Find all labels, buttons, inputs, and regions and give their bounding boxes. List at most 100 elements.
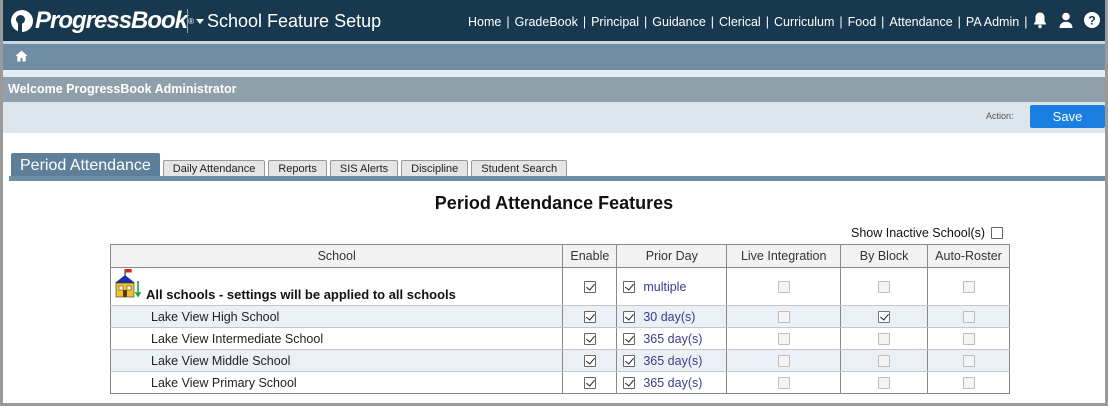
nav-separator: | bbox=[765, 15, 769, 29]
progressbook-logo[interactable]: ProgressBook ® bbox=[11, 6, 194, 36]
all-schools-label: All schools - settings will be applied t… bbox=[146, 287, 456, 302]
nav-food[interactable]: Food bbox=[848, 15, 877, 29]
auto-roster-cell bbox=[927, 349, 1010, 372]
nav-separator: | bbox=[957, 15, 961, 29]
by-block-cell bbox=[840, 371, 928, 394]
nav-separator: | bbox=[644, 15, 648, 29]
prior-day-checkbox[interactable] bbox=[623, 280, 636, 293]
school-name: Lake View Intermediate School bbox=[109, 327, 563, 350]
enable-cell bbox=[562, 327, 617, 350]
prior-day-checkbox[interactable] bbox=[623, 354, 636, 367]
col-header-live-integration: Live Integration bbox=[726, 244, 842, 268]
auto-roster-checkbox bbox=[962, 311, 975, 324]
show-inactive-toggle[interactable]: Show Inactive School(s) bbox=[851, 226, 1004, 240]
live-integration-cell bbox=[726, 371, 841, 394]
tab-reports[interactable]: Reports bbox=[268, 160, 327, 177]
nav-attendance[interactable]: Attendance bbox=[889, 15, 952, 29]
svg-text:?: ? bbox=[1088, 14, 1095, 28]
school-name: Lake View Middle School bbox=[109, 349, 563, 372]
prior-day-value[interactable]: multiple bbox=[643, 280, 686, 294]
prior-day-cell: multiple bbox=[616, 267, 727, 306]
nav-principal[interactable]: Principal bbox=[591, 15, 639, 29]
home-bar bbox=[3, 41, 1105, 70]
prior-day-checkbox[interactable] bbox=[623, 376, 636, 389]
nav-home[interactable]: Home bbox=[468, 15, 501, 29]
by-block-cell bbox=[840, 349, 928, 372]
school-building-icon bbox=[112, 269, 142, 304]
show-inactive-label: Show Inactive School(s) bbox=[851, 226, 986, 240]
col-header-enable: Enable bbox=[562, 244, 618, 268]
school-name: Lake View Primary School bbox=[109, 371, 563, 394]
enable-checkbox[interactable] bbox=[583, 311, 596, 324]
all-schools-row: All schools - settings will be applied t… bbox=[109, 267, 1010, 306]
nav-separator: | bbox=[506, 15, 510, 29]
show-inactive-checkbox[interactable] bbox=[991, 227, 1004, 239]
enable-cell bbox=[562, 267, 617, 306]
tab-student-search[interactable]: Student Search bbox=[471, 160, 568, 177]
features-table: School Enable Prior Day Live Integration… bbox=[109, 244, 1010, 394]
divider-strip bbox=[3, 70, 1105, 77]
auto-roster-checkbox bbox=[962, 333, 975, 346]
by-block-cell bbox=[840, 327, 928, 350]
enable-checkbox[interactable] bbox=[583, 355, 596, 368]
auto-roster-checkbox bbox=[962, 377, 975, 390]
main-nav: Home | GradeBook | Principal | Guidance | Cl… bbox=[468, 15, 1032, 29]
table-row: Lake View Primary School 365 day(s) bbox=[109, 371, 1010, 394]
tab-period-attendance[interactable]: Period Attendance bbox=[11, 153, 160, 177]
by-block-cell bbox=[840, 267, 928, 306]
by-block-checkbox bbox=[878, 355, 891, 368]
tab-underline bbox=[9, 176, 1105, 181]
by-block-checkbox bbox=[878, 333, 891, 346]
enable-checkbox[interactable] bbox=[583, 281, 596, 294]
by-block-cell bbox=[840, 305, 928, 328]
nav-separator: | bbox=[839, 15, 843, 29]
logo-text: ProgressBook bbox=[35, 7, 188, 34]
header-divider bbox=[187, 9, 188, 33]
nav-gradebook[interactable]: GradeBook bbox=[515, 15, 578, 29]
top-header: ProgressBook ® School Feature Setup Home… bbox=[3, 0, 1105, 41]
enable-checkbox[interactable] bbox=[583, 377, 596, 390]
welcome-banner: Welcome ProgressBook Administrator bbox=[3, 77, 1105, 102]
bell-icon[interactable] bbox=[1031, 11, 1049, 29]
nav-guidance[interactable]: Guidance bbox=[652, 15, 706, 29]
live-integration-checkbox bbox=[777, 333, 790, 346]
action-label: Action: bbox=[986, 111, 1014, 121]
nav-curriculum[interactable]: Curriculum bbox=[774, 15, 834, 29]
nav-pa-admin[interactable]: PA Admin bbox=[966, 15, 1019, 29]
live-integration-checkbox bbox=[777, 281, 790, 294]
nav-separator: | bbox=[582, 15, 587, 29]
enable-checkbox[interactable] bbox=[583, 333, 596, 346]
by-block-checkbox[interactable] bbox=[878, 311, 891, 324]
tab-daily-attendance[interactable]: Daily Attendance bbox=[162, 160, 266, 177]
caret-down-icon bbox=[196, 19, 204, 24]
prior-day-checkbox[interactable] bbox=[623, 332, 636, 345]
prior-day-cell: 365 day(s) bbox=[616, 371, 727, 394]
home-icon[interactable] bbox=[15, 50, 28, 65]
live-integration-checkbox bbox=[777, 311, 790, 324]
prior-day-value[interactable]: 365 day(s) bbox=[643, 332, 702, 346]
tab-discipline[interactable]: Discipline bbox=[401, 160, 469, 177]
app-frame: ProgressBook ® School Feature Setup Home… bbox=[0, 0, 1108, 406]
save-button[interactable]: Save bbox=[1030, 105, 1105, 128]
prior-day-checkbox[interactable] bbox=[623, 310, 636, 323]
table-row: Lake View Middle School 365 day(s) bbox=[109, 349, 1010, 372]
live-integration-checkbox bbox=[777, 355, 790, 368]
enable-cell bbox=[562, 349, 617, 372]
auto-roster-cell bbox=[927, 305, 1010, 328]
app-switcher[interactable]: School Feature Setup bbox=[196, 11, 381, 32]
auto-roster-checkbox bbox=[962, 281, 975, 294]
nav-separator: | bbox=[881, 15, 885, 29]
logo-registered-mark: ® bbox=[188, 16, 194, 26]
col-header-prior-day: Prior Day bbox=[616, 244, 728, 268]
nav-clerical[interactable]: Clerical bbox=[719, 15, 761, 29]
live-integration-cell bbox=[726, 305, 841, 328]
tab-sis-alerts[interactable]: SIS Alerts bbox=[329, 160, 399, 177]
all-schools-cell: All schools - settings will be applied t… bbox=[109, 267, 563, 306]
prior-day-value[interactable]: 365 day(s) bbox=[643, 354, 702, 368]
prior-day-value[interactable]: 365 day(s) bbox=[643, 376, 702, 390]
user-icon[interactable] bbox=[1057, 11, 1075, 29]
feature-tabs: Period Attendance Daily Attendance Repor… bbox=[11, 153, 570, 177]
by-block-checkbox bbox=[878, 281, 891, 294]
help-icon[interactable]: ? bbox=[1083, 11, 1101, 29]
prior-day-value[interactable]: 30 day(s) bbox=[643, 310, 695, 324]
